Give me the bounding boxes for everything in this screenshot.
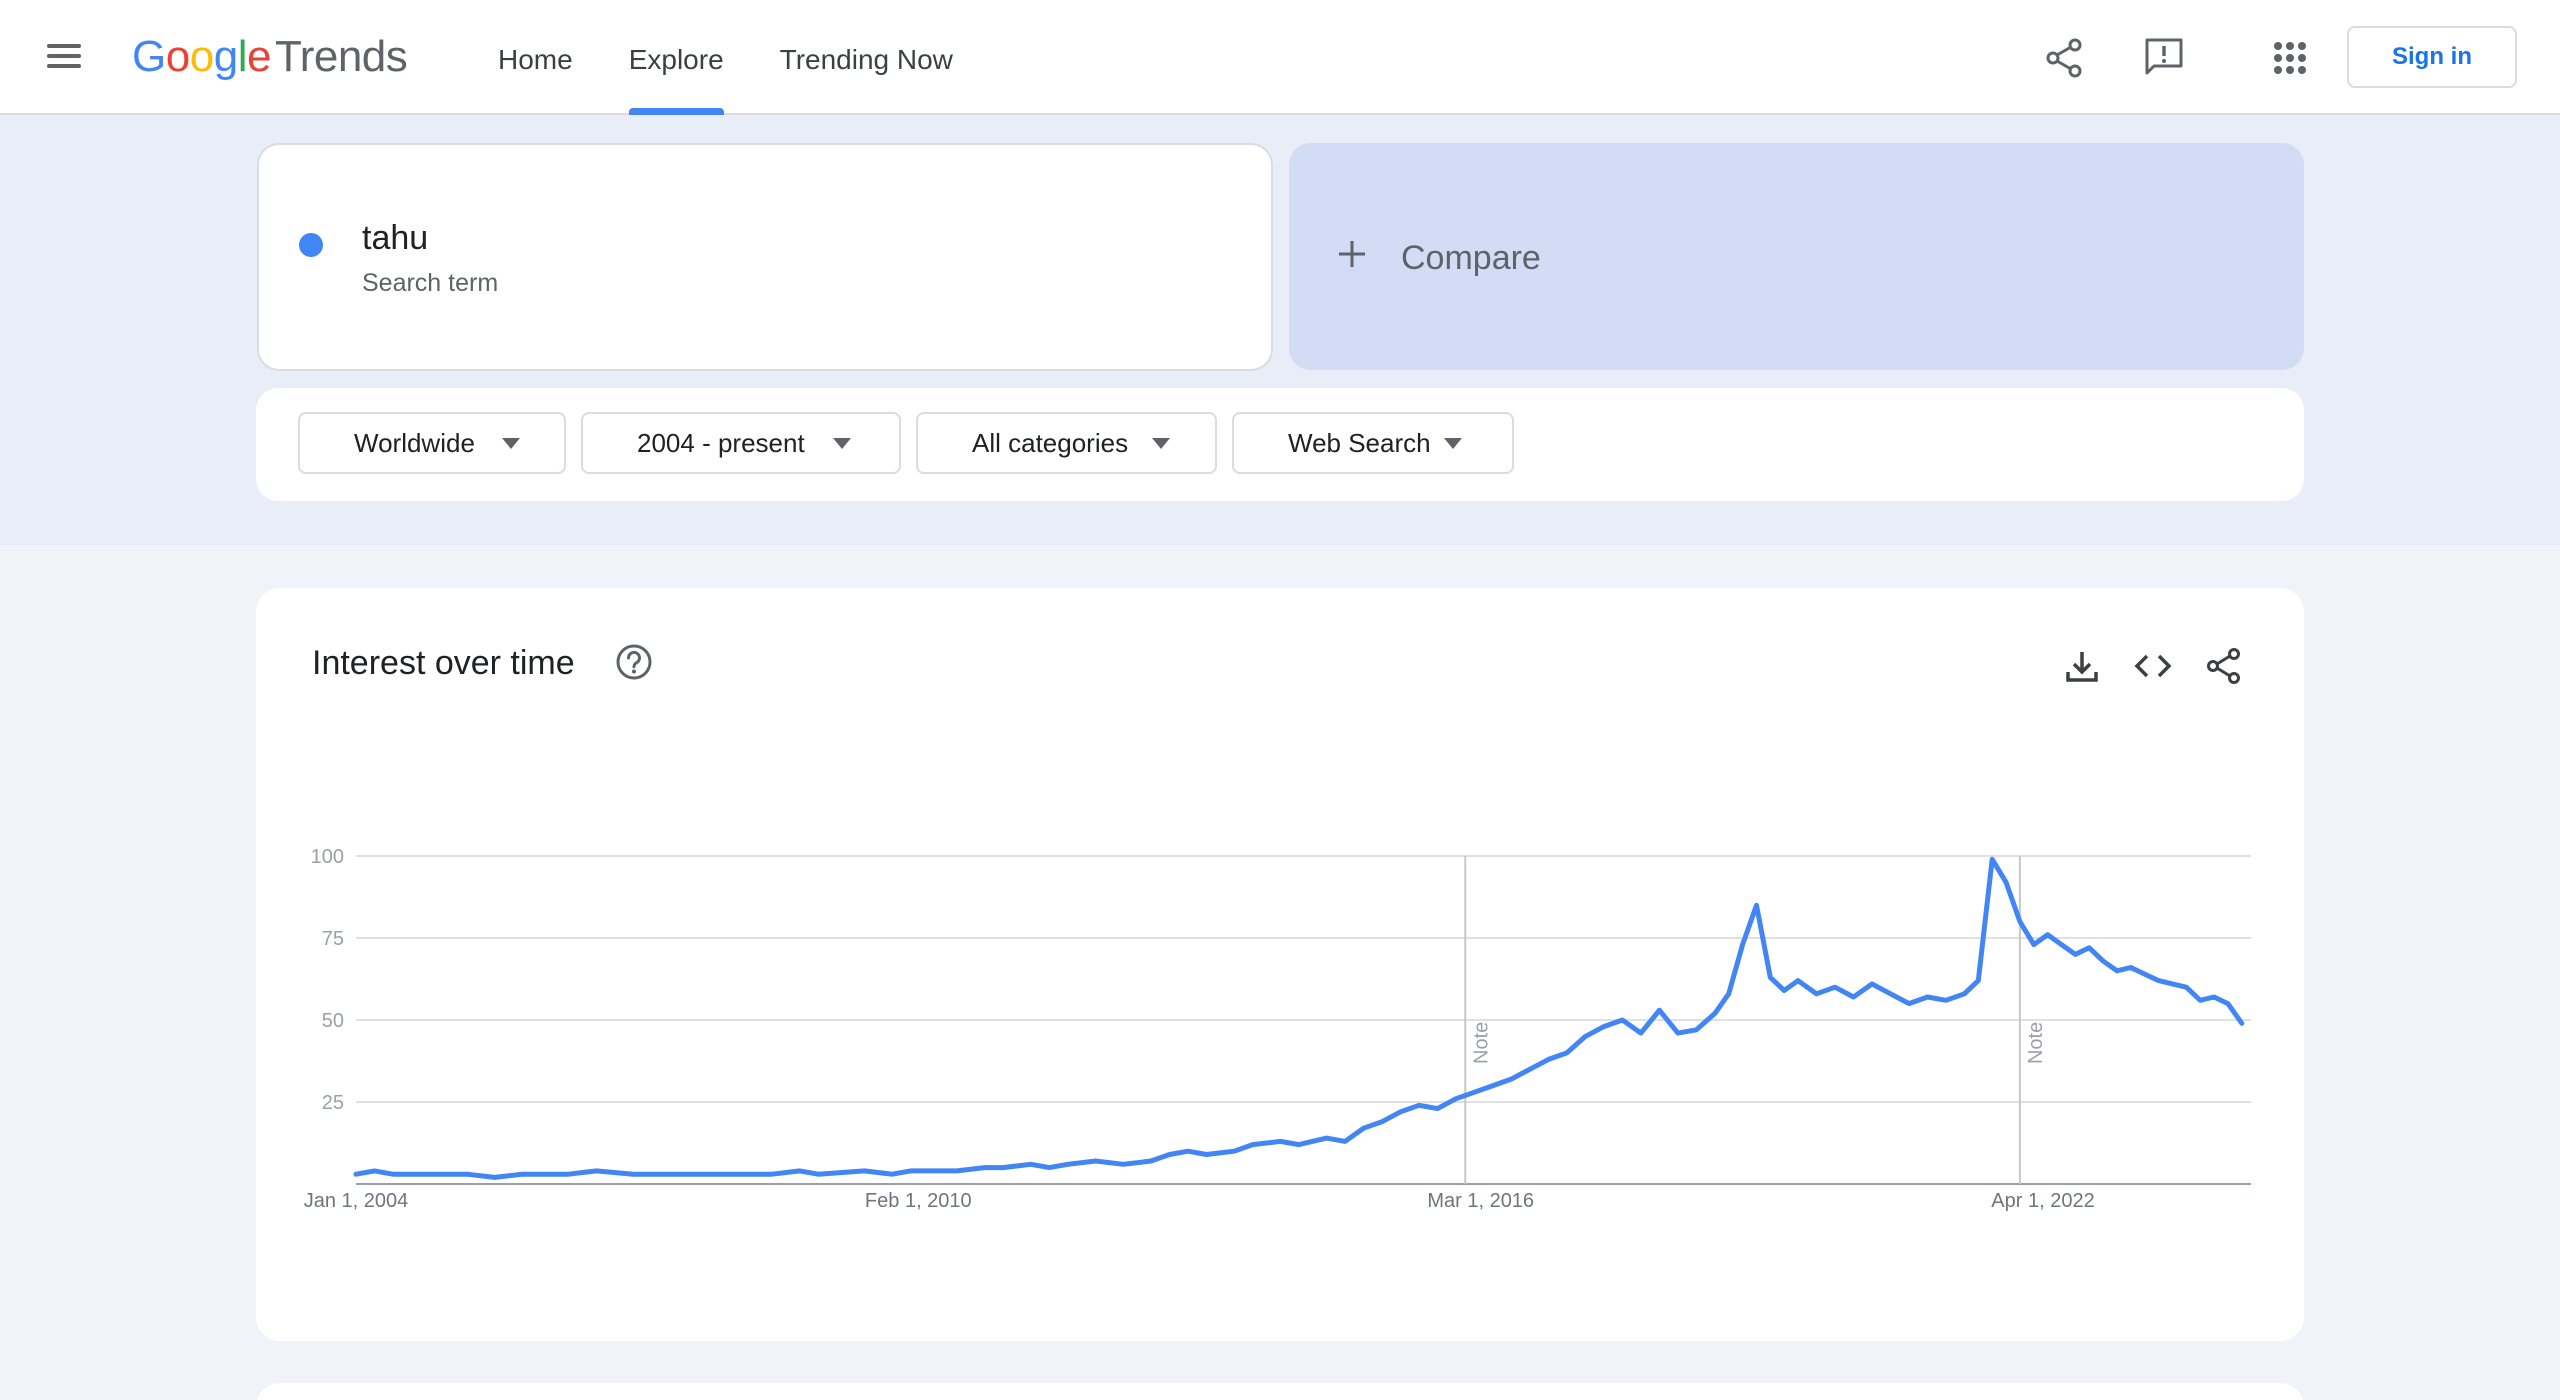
main-menu-button[interactable]: [38, 38, 90, 78]
x-tick-label: Apr 1, 2022: [1991, 1190, 2094, 1212]
series-line-tahu: [353, 856, 2245, 1180]
google-trends-logo[interactable]: GoogleTrends: [132, 32, 408, 82]
interest-line-chart[interactable]: 25 50 75 100 Note Note Jan 1, 2004 Feb 1, 2010 M…: [256, 588, 2304, 1341]
search-term-card[interactable]: tahu Search term: [257, 143, 1273, 371]
note-marker-label: Note: [2025, 1022, 2047, 1064]
top-app-bar: GoogleTrends Home Explore Trending Now S…: [0, 0, 2560, 115]
region-filter[interactable]: Worldwide: [298, 412, 566, 474]
x-tick-label: Mar 1, 2016: [1427, 1190, 1534, 1212]
y-tick-label: 50: [322, 1010, 344, 1032]
sign-in-button[interactable]: Sign in: [2347, 26, 2517, 88]
apps-grid-icon[interactable]: [2266, 34, 2314, 82]
main-nav: Home Explore Trending Now: [470, 0, 981, 115]
nav-home[interactable]: Home: [470, 0, 601, 115]
compare-label: Compare: [1401, 239, 1541, 277]
search-term-name[interactable]: tahu: [362, 219, 428, 258]
plus-icon: [1337, 233, 1367, 277]
search-type-filter[interactable]: Web Search: [1232, 412, 1514, 474]
time-range-filter[interactable]: 2004 - present: [581, 412, 901, 474]
x-tick-label: Jan 1, 2004: [304, 1190, 409, 1212]
note-marker-label: Note: [1470, 1022, 1492, 1064]
feedback-icon[interactable]: [2140, 34, 2188, 82]
y-tick-label: 75: [322, 928, 344, 950]
y-tick-label: 25: [322, 1092, 344, 1114]
filters-bar: Worldwide 2004 - present All categories …: [256, 388, 2304, 501]
interest-over-time-card: Interest over time 25 50 75 100 Note Note Jan …: [256, 588, 2304, 1341]
x-tick-label: Feb 1, 2010: [865, 1190, 972, 1212]
compare-button[interactable]: Compare: [1289, 143, 2304, 370]
share-icon[interactable]: [2041, 34, 2089, 82]
category-filter[interactable]: All categories: [916, 412, 1217, 474]
next-card: [256, 1383, 2304, 1400]
y-tick-label: 100: [311, 846, 344, 868]
nav-trending-now[interactable]: Trending Now: [752, 0, 981, 115]
dropdown-arrow-icon: [1152, 438, 1170, 449]
search-term-type: Search term: [362, 269, 499, 297]
dropdown-arrow-icon: [833, 438, 851, 449]
term-color-dot: [299, 233, 323, 257]
dropdown-arrow-icon: [502, 438, 520, 449]
dropdown-arrow-icon: [1444, 438, 1462, 449]
nav-explore[interactable]: Explore: [601, 0, 752, 115]
